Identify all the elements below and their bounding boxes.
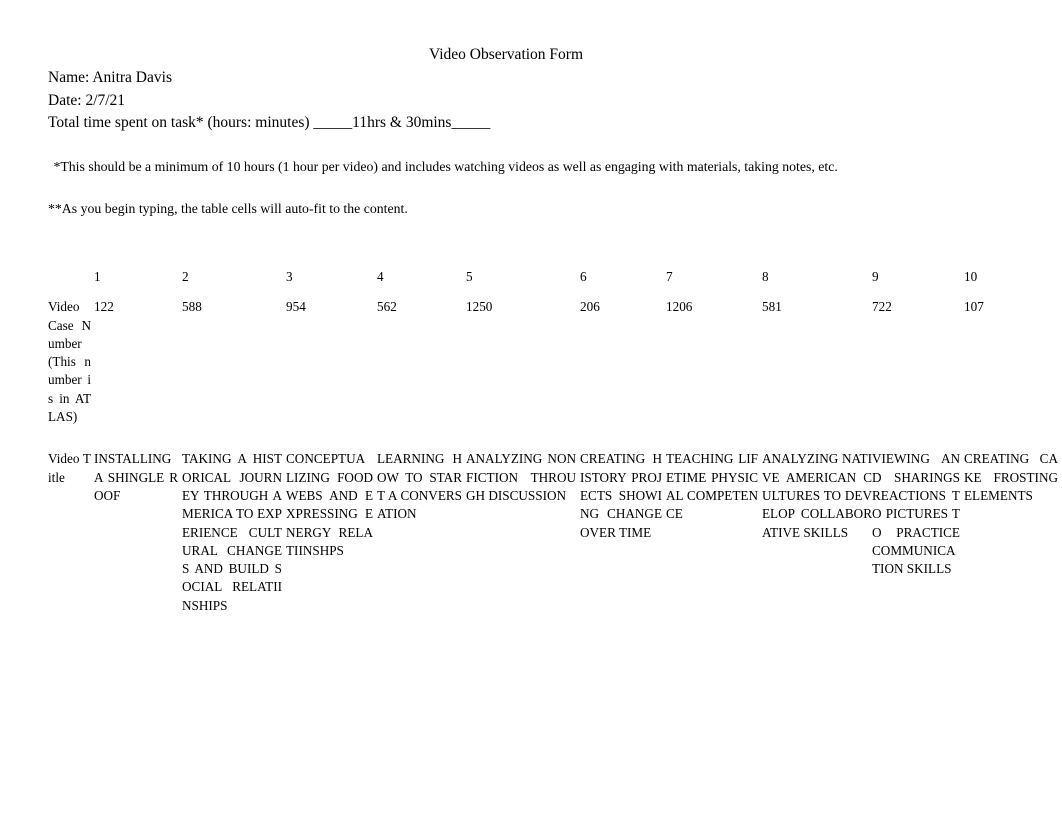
total-time-line: Total time spent on task* (hours: minute… bbox=[48, 114, 491, 131]
footnote-minimum-hours: *This should be a minimum of 10 hours (1… bbox=[50, 159, 838, 174]
date-line: Date: 2/7/21 bbox=[48, 92, 126, 109]
page-title: Video Observation Form bbox=[428, 46, 584, 63]
table-corner-cell bbox=[48, 268, 94, 298]
row-label-video-case-number: Video Case Number (This number is in ATL… bbox=[48, 299, 91, 425]
table-row: Video Title INSTALLING A SHINGLE ROOF TA… bbox=[48, 450, 1062, 615]
video-title-3: CONCEPTUALIZING FOOD WEBS AND EXPRESSING… bbox=[286, 451, 373, 558]
video-title-4: LEARNING HOW TO START A CONVERSATION bbox=[377, 451, 462, 522]
column-header-6: 6 bbox=[580, 269, 587, 284]
column-header-5: 5 bbox=[466, 269, 473, 284]
case-number-1: 122 bbox=[94, 299, 114, 315]
column-header-1: 1 bbox=[94, 269, 101, 284]
case-number-2: 588 bbox=[182, 299, 202, 315]
video-title-2: TAKING A HISTORICAL JOURNEY THROUGH AMER… bbox=[182, 451, 282, 613]
case-number-9: 722 bbox=[872, 299, 892, 315]
video-title-9: VIEWING AND SHARINGS REACTIONS TO PICTUR… bbox=[872, 451, 960, 577]
video-title-8: ANALYZING NATIVE AMERICAN CULTURES TO DE… bbox=[762, 451, 872, 540]
video-title-5: ANALYZING NONFICTION THROUGH DISCUSSION bbox=[466, 451, 576, 503]
case-number-10: 107 bbox=[964, 299, 984, 315]
video-title-1: INSTALLING A SHINGLE ROOF bbox=[94, 451, 178, 503]
table-header-row: 1 2 3 4 5 6 7 8 9 10 bbox=[48, 268, 1062, 298]
case-number-8: 581 bbox=[762, 299, 782, 315]
video-title-6: CREATING HISTORY PROJECTS SHOWING CHANGE… bbox=[580, 451, 662, 540]
column-header-10: 10 bbox=[964, 269, 978, 284]
column-header-7: 7 bbox=[666, 269, 673, 284]
column-header-9: 9 bbox=[872, 269, 879, 284]
column-header-2: 2 bbox=[182, 269, 189, 284]
footnote-autofit: **As you begin typing, the table cells w… bbox=[48, 201, 408, 216]
column-header-3: 3 bbox=[286, 269, 293, 284]
name-line: Name: Anitra Davis bbox=[48, 69, 172, 86]
table-row: Video Case Number (This number is in ATL… bbox=[48, 298, 1062, 450]
case-number-5: 1250 bbox=[466, 299, 493, 315]
row-label-video-title: Video Title bbox=[48, 451, 91, 485]
video-observation-table: 1 2 3 4 5 6 7 8 9 10 Video Case Number (… bbox=[48, 268, 1062, 615]
video-title-7: TEACHING LIFETIME PHYSICAL COMPETENCE bbox=[666, 451, 758, 522]
case-number-3: 954 bbox=[286, 299, 306, 315]
video-title-10: CREATING CAKE FROSTING ELEMENTS bbox=[964, 451, 1058, 503]
case-number-7: 1206 bbox=[666, 299, 693, 315]
case-number-6: 206 bbox=[580, 299, 600, 315]
document-page: Video Observation Form Name: Anitra Davi… bbox=[0, 0, 1062, 821]
column-header-8: 8 bbox=[762, 269, 769, 284]
column-header-4: 4 bbox=[377, 269, 384, 284]
case-number-4: 562 bbox=[377, 299, 397, 315]
